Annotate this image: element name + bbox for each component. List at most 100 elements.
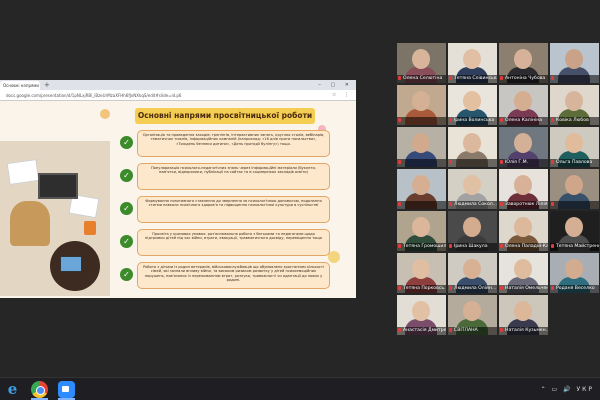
participant-tile[interactable]: Олена Селютіна: [397, 43, 446, 83]
participant-name: [550, 201, 599, 209]
participant-tile[interactable]: [397, 127, 446, 167]
participant-name-label: Тетяна Громошилін: [403, 244, 446, 249]
participant-tile[interactable]: Тетяна Майстренко: [550, 211, 599, 251]
participant-face: [412, 91, 430, 111]
participant-tile[interactable]: Олена Паладій-Качан: [499, 211, 548, 251]
participant-tile[interactable]: СВІТЛАНА: [448, 295, 497, 335]
participant-name-label: Ольга Павлова: [556, 160, 593, 165]
muted-mic-icon: [449, 159, 452, 164]
muted-mic-icon: [500, 159, 503, 164]
participant-name: Ольга Павлова: [550, 159, 599, 167]
photo-paper: [6, 159, 40, 185]
participant-name-label: Роданя Веселко: [556, 286, 595, 291]
muted-mic-icon: [551, 285, 554, 290]
participant-name-label: Ірина Волинська: [454, 118, 495, 123]
photo-mug: [84, 221, 96, 235]
check-icon: ✓: [120, 202, 133, 215]
participant-tile[interactable]: Олена Калініна: [499, 85, 548, 125]
participant-tile[interactable]: Юлія Г.М.: [499, 127, 548, 167]
muted-mic-icon: [551, 243, 554, 248]
participant-tile[interactable]: [550, 43, 599, 83]
muted-mic-icon: [551, 75, 554, 80]
participant-tile[interactable]: Ірина Волинська: [448, 85, 497, 125]
participant-tile[interactable]: Ковіка Любов: [550, 85, 599, 125]
participant-face: [463, 217, 481, 237]
new-tab-button[interactable]: +: [44, 80, 50, 90]
participant-name-label: Тетяна Порковсь...: [403, 286, 446, 291]
zoom-icon[interactable]: [58, 381, 75, 398]
muted-mic-icon: [398, 243, 401, 248]
participant-face: [412, 301, 430, 321]
participant-name: Ірина Шакула: [448, 243, 497, 251]
participant-tile[interactable]: Тетяна Громошилін: [397, 211, 446, 251]
participant-name: Олена Селютіна: [397, 75, 446, 83]
address-input[interactable]: docs.google.com/presentation/d/1pNLxjRBi…: [6, 92, 306, 99]
slide-item: ✓ Популяризація психолого-педагогічних з…: [120, 163, 330, 190]
muted-mic-icon: [500, 327, 503, 332]
participant-name: Юлія Г.М.: [499, 159, 548, 167]
participant-name-label: Заворотнюк Лілія: [505, 202, 548, 207]
slide-item-text: Організація та проведення заходів: трені…: [137, 130, 330, 157]
participant-name: Олена Калініна: [499, 117, 548, 125]
participant-name: Наталія Кузьмен...: [499, 327, 548, 335]
browser-tab[interactable]: Основні напрями: [0, 81, 40, 90]
participant-name-label: Антоніна Чубова: [505, 76, 546, 81]
participant-tile[interactable]: Заворотнюк Лілія: [499, 169, 548, 209]
muted-mic-icon: [449, 75, 452, 80]
participant-tile[interactable]: Ірина Шакула: [448, 211, 497, 251]
muted-mic-icon: [449, 117, 452, 122]
participant-name-label: Ірина Шакула: [454, 244, 488, 249]
browser-menu-icons[interactable]: ☆ ⋮: [332, 90, 352, 101]
participant-name: Наталія Омельченко: [499, 285, 548, 293]
browser-tab-bar: Основні напрями + – ▢ ✕: [0, 80, 356, 90]
participant-tile[interactable]: [550, 169, 599, 209]
participant-name-label: Олена Паладій-Качан: [505, 244, 548, 249]
participant-face: [412, 217, 430, 237]
participant-tile[interactable]: Ольга Павлова: [550, 127, 599, 167]
participant-tile[interactable]: Анастасія Дмитренко: [397, 295, 446, 335]
slide-item-text: Формування позитивного ставлення до звер…: [137, 196, 330, 223]
participant-tile[interactable]: Наталія Кузьмен...: [499, 295, 548, 335]
slide-item: ✓ Формування позитивного ставлення до зв…: [120, 196, 330, 223]
participant-tile[interactable]: Роданя Веселко: [550, 253, 599, 293]
children-photo: [0, 141, 110, 296]
muted-mic-icon: [500, 117, 503, 122]
participant-face: [565, 133, 583, 153]
participant-face: [463, 259, 481, 279]
internet-explorer-icon[interactable]: e: [4, 381, 21, 398]
participant-gallery: Олена Селютіна Тетяна Слівинська Антоніна …: [397, 43, 599, 335]
participant-tile[interactable]: [397, 85, 446, 125]
participant-name-label: СВІТЛАНА: [454, 328, 478, 333]
participant-tile[interactable]: [448, 127, 497, 167]
participant-tile[interactable]: Людмила Олійн...: [448, 253, 497, 293]
participant-face: [412, 133, 430, 153]
participant-name: Тетяна Порковсь...: [397, 285, 446, 293]
participant-face: [514, 259, 532, 279]
participant-name: Олена Паладій-Качан: [499, 243, 548, 251]
window-controls[interactable]: – ▢ ✕: [318, 80, 353, 90]
muted-mic-icon: [500, 75, 503, 80]
participant-name-label: Анастасія Дмитренко: [403, 328, 446, 333]
participant-name: Людмила Сокол...: [448, 201, 497, 209]
muted-mic-icon: [449, 243, 452, 248]
muted-mic-icon: [398, 159, 401, 164]
system-tray[interactable]: ⌃ ▭ 🔊 УКР: [541, 378, 594, 400]
participant-tile[interactable]: [397, 169, 446, 209]
muted-mic-icon: [398, 75, 401, 80]
muted-mic-icon: [449, 327, 452, 332]
muted-mic-icon: [449, 285, 452, 290]
participant-face: [514, 301, 532, 321]
participant-tile[interactable]: Людмила Сокол...: [448, 169, 497, 209]
participant-face: [463, 301, 481, 321]
slide-item-text: Просвіта у кризових умовах: роз'яснюваль…: [137, 229, 330, 256]
participant-tile[interactable]: Наталія Омельченко: [499, 253, 548, 293]
participant-name: Заворотнюк Лілія: [499, 201, 548, 209]
chrome-icon[interactable]: [31, 381, 48, 398]
participant-tile[interactable]: Антоніна Чубова: [499, 43, 548, 83]
participant-face: [463, 133, 481, 153]
participant-tile[interactable]: Тетяна Слівинська: [448, 43, 497, 83]
participant-tile[interactable]: Тетяна Порковсь...: [397, 253, 446, 293]
shared-screen: Основні напрями + – ▢ ✕ docs.google.com/…: [0, 80, 356, 298]
muted-mic-icon: [398, 327, 401, 332]
muted-mic-icon: [398, 201, 401, 206]
